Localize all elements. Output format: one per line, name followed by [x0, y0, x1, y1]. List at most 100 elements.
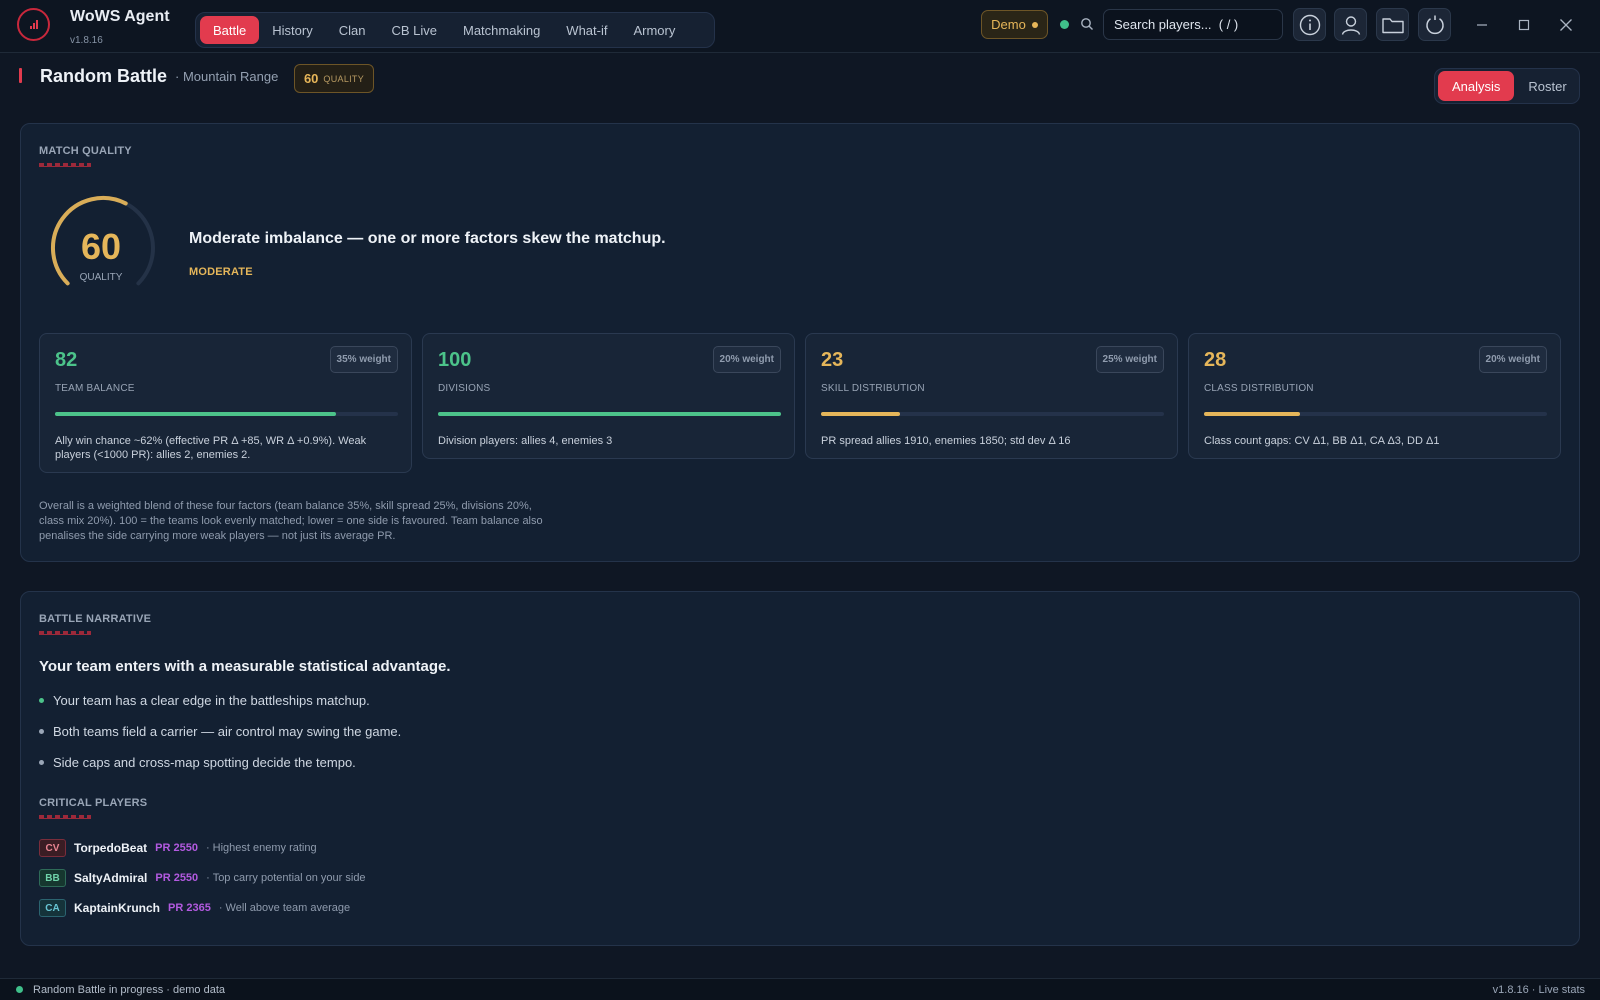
factor-description: Division players: allies 4, enemies 3 [438, 435, 613, 447]
minimize-button[interactable] [1472, 15, 1492, 35]
section-underline [39, 815, 91, 819]
battle-narrative-card: BATTLE NARRATIVE Your team enters with a… [20, 591, 1580, 946]
minimize-icon [1477, 24, 1487, 26]
tab-matchmaking[interactable]: Matchmaking [450, 16, 553, 44]
factor-score: 23 [821, 349, 844, 371]
match-quality-card: MATCH QUALITY 60 QUALITY Moderate imbala… [20, 123, 1580, 562]
app-logo-icon [17, 8, 50, 41]
status-right: v1.8.16 · Live stats [1493, 984, 1585, 996]
factor-label: TEAM BALANCE [55, 383, 135, 394]
section-underline [39, 631, 91, 635]
info-button[interactable] [1293, 8, 1326, 41]
open-folder-button[interactable] [1376, 8, 1409, 41]
factor-card-team-balance: 82 35% weight TEAM BALANCE Ally win chan… [39, 333, 412, 473]
demo-mode-badge[interactable]: Demo [981, 10, 1048, 39]
maximize-icon [1518, 19, 1530, 31]
status-version: v1.8.16 [1492, 984, 1529, 996]
user-icon [1341, 15, 1360, 35]
quality-headline: Moderate imbalance — one or more factors… [189, 230, 666, 247]
ship-class-badge: CV [39, 839, 66, 857]
factor-label: SKILL DISTRIBUTION [821, 383, 925, 394]
player-name[interactable]: SaltyAdmiral [74, 871, 147, 885]
narrative-point-text: Side caps and cross-map spotting decide … [53, 755, 356, 770]
maximize-button[interactable] [1514, 15, 1534, 35]
roster-view-button[interactable]: Roster [1514, 71, 1580, 101]
player-pr: PR 2550 [155, 872, 199, 884]
main-tabs: Battle History Clan CB Live Matchmaking … [195, 12, 715, 48]
info-icon [1299, 14, 1320, 35]
status-separator: · [1531, 984, 1536, 996]
page-accent-bar [19, 68, 22, 83]
factor-card-divisions: 100 20% weight DIVISIONS Division player… [422, 333, 795, 459]
factor-description: Class count gaps: CV Δ1, BB Δ1, CA Δ3, D… [1204, 435, 1440, 447]
map-name: · Mountain Range [175, 69, 279, 84]
analysis-view-button[interactable]: Analysis [1438, 71, 1515, 101]
page-title: Random Battle [40, 66, 168, 86]
critical-player-row[interactable]: CA KaptainKrunch PR 2365 · Well above te… [39, 898, 350, 918]
demo-status-dot [1031, 21, 1038, 28]
status-text: Random Battle in progress · demo data [33, 984, 225, 996]
factor-progress-fill [438, 412, 781, 416]
factor-progress-track [438, 412, 781, 416]
factor-weight-badge: 20% weight [712, 346, 781, 373]
factor-weight-badge: 35% weight [329, 346, 398, 373]
status-dot [16, 986, 23, 993]
factor-progress-fill [55, 412, 337, 416]
quality-pill: 60 QUALITY [294, 64, 374, 93]
tab-clan[interactable]: Clan [326, 16, 379, 44]
player-note: · Top carry potential on your side [206, 872, 366, 884]
factor-progress-track [821, 412, 1164, 416]
app-name: WoWS Agent [70, 8, 170, 25]
quality-pill-value: 60 [303, 71, 319, 86]
folder-icon [1381, 17, 1404, 33]
section-title: BATTLE NARRATIVE [39, 613, 152, 625]
demo-label: Demo [991, 17, 1026, 32]
ship-class-badge: CA [39, 899, 66, 917]
player-name[interactable]: TorpedoBeat [74, 841, 147, 855]
power-icon [1425, 15, 1444, 34]
narrative-point: Both teams field a carrier — air control… [39, 721, 401, 752]
factor-score: 82 [55, 349, 78, 371]
app-version: v1.8.16 [70, 35, 103, 46]
factor-score: 28 [1204, 349, 1227, 371]
narrative-headline: Your team enters with a measurable stati… [39, 658, 451, 675]
critical-players-title: CRITICAL PLAYERS [39, 797, 148, 809]
factor-description: Ally win chance ~62% (effective PR Δ +85… [55, 435, 367, 461]
factor-progress-track [55, 412, 398, 416]
factor-progress-track [1204, 412, 1547, 416]
power-button[interactable] [1418, 8, 1451, 41]
status-bar: Random Battle in progress · demo data v1… [0, 978, 1600, 1000]
quality-pill-label: QUALITY [323, 73, 365, 84]
player-name[interactable]: KaptainKrunch [74, 901, 160, 915]
factor-card-skill-distribution: 23 25% weight SKILL DISTRIBUTION PR spre… [805, 333, 1178, 459]
narrative-point: Your team has a clear edge in the battle… [39, 690, 401, 721]
factor-weight-badge: 25% weight [1095, 346, 1164, 373]
search-icon [1081, 18, 1093, 30]
close-icon [1560, 19, 1572, 31]
tab-battle[interactable]: Battle [200, 16, 260, 44]
factor-label: CLASS DISTRIBUTION [1204, 383, 1314, 394]
tab-armory[interactable]: Armory [620, 16, 688, 44]
tab-what-if[interactable]: What-if [553, 16, 620, 44]
critical-player-row[interactable]: CV TorpedoBeat PR 2550 · Highest enemy r… [39, 838, 317, 858]
player-search-input[interactable] [1103, 9, 1283, 40]
bullet-dot [39, 729, 44, 734]
live-stats-label: Live stats [1538, 984, 1585, 996]
factor-label: DIVISIONS [438, 383, 491, 394]
player-pr: PR 2365 [168, 902, 211, 914]
quality-score-label: QUALITY [79, 272, 123, 283]
critical-player-row[interactable]: BB SaltyAdmiral PR 2550 · Top carry pote… [39, 868, 366, 888]
tab-cb-live[interactable]: CB Live [378, 16, 450, 44]
ship-class-badge: BB [39, 869, 66, 887]
tab-history[interactable]: History [259, 16, 325, 44]
narrative-points: Your team has a clear edge in the battle… [39, 690, 401, 783]
view-toggle: Analysis Roster [1434, 68, 1580, 104]
player-note: · Well above team average [218, 902, 351, 914]
section-underline [39, 163, 91, 167]
quality-explanation: Overall is a weighted blend of these fou… [39, 500, 543, 542]
player-pr: PR 2550 [155, 842, 198, 854]
close-button[interactable] [1556, 15, 1576, 35]
profile-button[interactable] [1334, 8, 1367, 41]
title-bar: WoWS Agent v1.8.16 Battle History Clan C… [0, 0, 1600, 53]
bullet-dot [39, 698, 44, 703]
